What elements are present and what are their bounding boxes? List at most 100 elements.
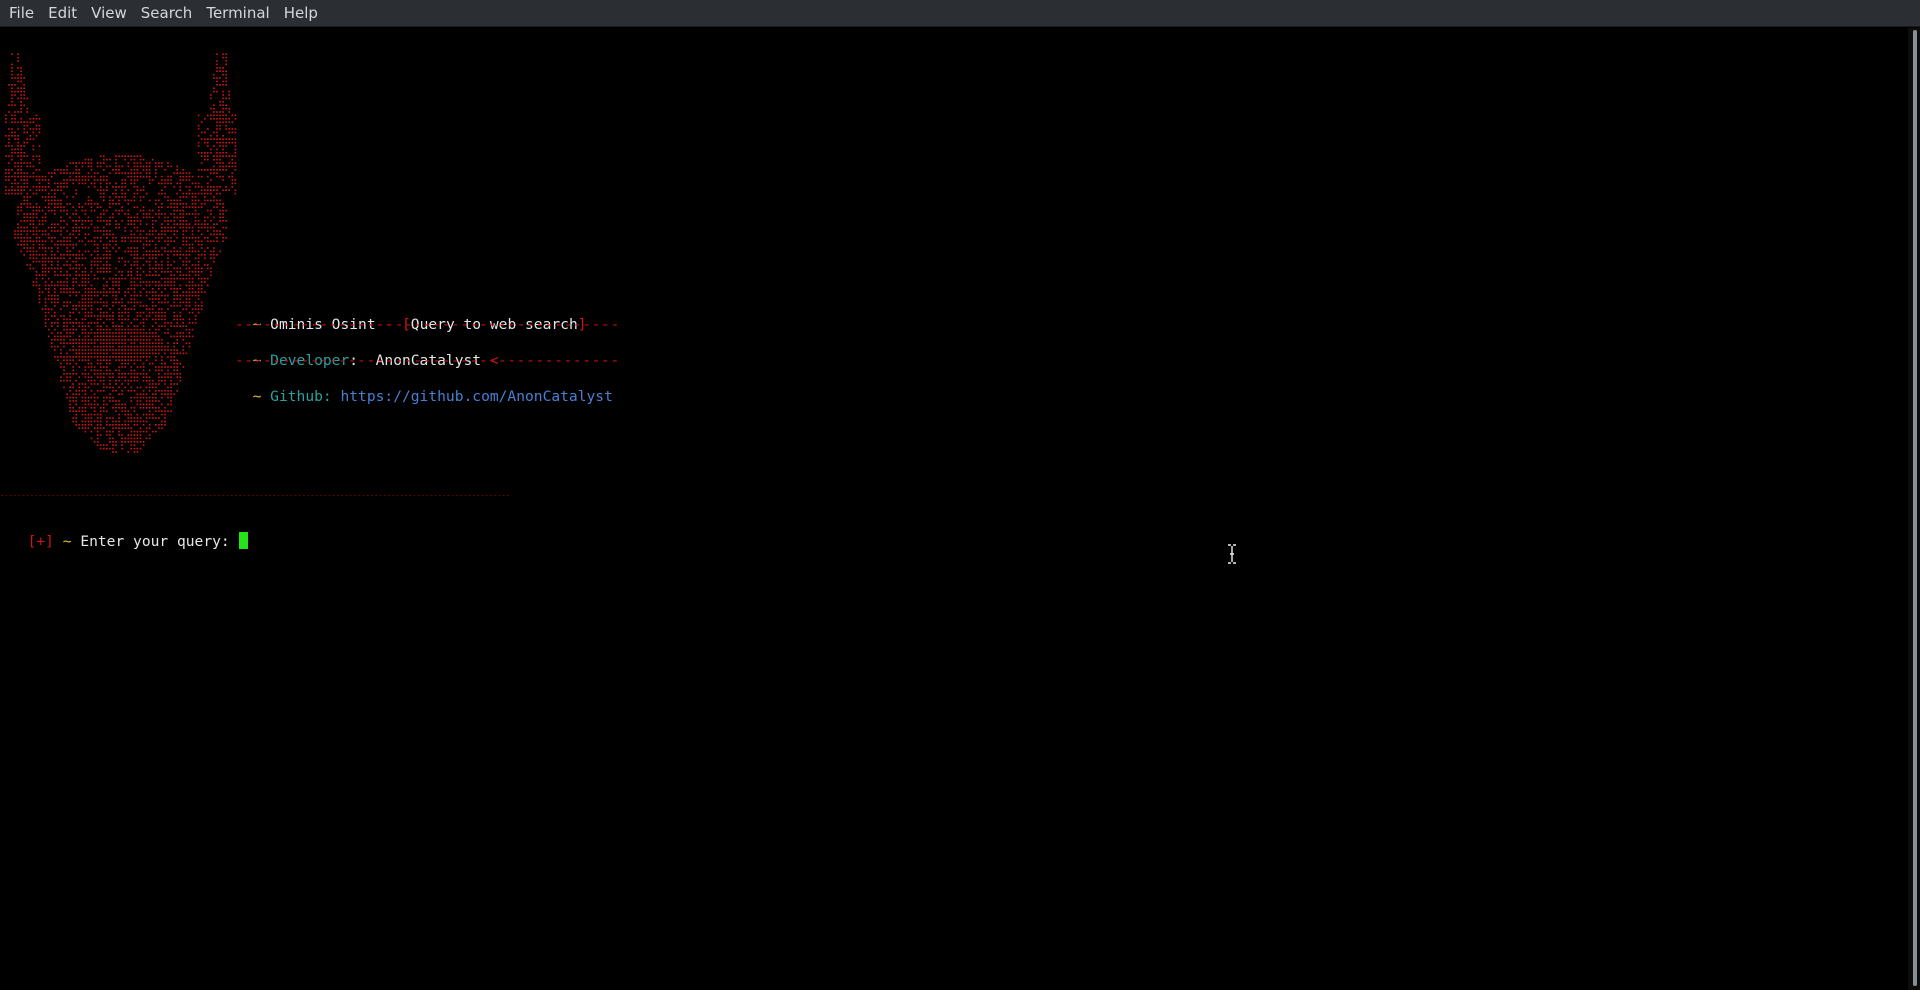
art-dot xyxy=(194,209,197,212)
terminal-area[interactable] xyxy=(0,28,1908,990)
art-dot xyxy=(66,352,68,355)
art-dot xyxy=(124,328,126,331)
art-dot xyxy=(115,427,117,429)
art-dot xyxy=(136,339,139,341)
menu-view[interactable]: View xyxy=(84,0,134,27)
art-dot xyxy=(99,240,102,242)
art-dot xyxy=(90,260,93,263)
art-dot xyxy=(81,373,84,375)
art-dot xyxy=(216,114,218,117)
terminal-scrollbar[interactable] xyxy=(1908,28,1920,990)
art-dot xyxy=(197,291,200,293)
art-dot xyxy=(204,216,206,219)
art-dot xyxy=(155,390,157,392)
art-dot xyxy=(60,230,62,232)
art-dot xyxy=(60,172,62,174)
menu-help[interactable]: Help xyxy=(277,0,325,27)
art-dot xyxy=(182,172,185,174)
art-dot xyxy=(219,199,221,202)
art-dot xyxy=(179,172,182,174)
art-dot xyxy=(96,430,99,433)
art-dot xyxy=(103,328,105,331)
art-dot xyxy=(57,206,59,208)
art-dot xyxy=(197,267,200,270)
menu-edit[interactable]: Edit xyxy=(41,0,84,27)
art-dot xyxy=(176,169,178,171)
art-dot xyxy=(188,318,191,321)
art-dot xyxy=(194,250,197,253)
art-dot xyxy=(17,128,19,130)
art-dot xyxy=(121,352,123,355)
art-dot xyxy=(69,288,71,290)
art-dot xyxy=(29,196,32,198)
art-dot xyxy=(32,216,35,219)
art-dot xyxy=(60,288,62,290)
query-prompt-line[interactable]: [+] ~ Enter your query: xyxy=(10,514,248,551)
art-dot xyxy=(96,172,99,174)
art-dot xyxy=(84,267,87,270)
menu-terminal[interactable]: Terminal xyxy=(199,0,276,27)
art-dot xyxy=(176,237,178,239)
art-dot xyxy=(60,206,62,208)
art-dot xyxy=(142,169,145,171)
art-dot xyxy=(81,339,84,341)
art-dot xyxy=(20,172,22,174)
art-dot xyxy=(99,427,102,429)
art-dot xyxy=(103,220,105,222)
art-dot xyxy=(216,111,218,113)
art-dot xyxy=(124,264,126,266)
art-dot xyxy=(124,441,126,443)
github-tilde: ~ xyxy=(252,388,262,405)
art-dot xyxy=(194,315,197,317)
art-dot xyxy=(84,233,87,236)
art-dot xyxy=(200,277,203,280)
art-dot xyxy=(142,257,145,259)
menu-search[interactable]: Search xyxy=(134,0,200,27)
art-dot xyxy=(130,444,133,446)
art-dot xyxy=(96,162,99,164)
art-dot xyxy=(136,325,139,327)
art-dot xyxy=(194,284,197,287)
art-dot xyxy=(103,352,105,355)
art-dot xyxy=(99,311,102,314)
art-dot xyxy=(130,322,133,324)
art-dot xyxy=(170,264,172,266)
art-dot xyxy=(204,199,206,202)
art-dot xyxy=(191,233,194,236)
scrollbar-thumb[interactable] xyxy=(1913,30,1917,986)
art-dot xyxy=(136,294,139,297)
art-dot xyxy=(115,332,117,334)
art-dot xyxy=(155,430,157,433)
art-dot xyxy=(115,189,117,191)
art-dot xyxy=(231,155,234,157)
art-dot xyxy=(72,328,74,331)
art-dot xyxy=(133,223,136,225)
art-dot xyxy=(222,107,224,110)
art-dot xyxy=(130,288,133,290)
art-dot xyxy=(167,179,169,181)
art-dot xyxy=(96,315,99,317)
github-url-link[interactable]: https://github.com/AnonCatalyst xyxy=(340,388,612,405)
art-dot xyxy=(213,216,215,219)
art-dot xyxy=(194,196,197,198)
menu-file[interactable]: File xyxy=(2,0,41,27)
art-dot xyxy=(11,175,13,178)
art-dot xyxy=(26,97,29,100)
art-dot xyxy=(106,410,108,412)
art-dot xyxy=(130,155,133,157)
art-dot xyxy=(219,111,221,113)
art-dot xyxy=(14,114,16,117)
art-dot xyxy=(54,254,56,256)
art-dot xyxy=(176,315,178,317)
art-dot xyxy=(216,67,218,69)
art-dot xyxy=(173,206,175,208)
art-dot xyxy=(210,94,212,96)
art-dot xyxy=(197,206,200,208)
art-dot xyxy=(148,165,151,168)
art-dot xyxy=(130,400,133,402)
art-dot xyxy=(207,230,209,232)
art-dot xyxy=(20,118,22,120)
art-dot xyxy=(87,400,90,402)
art-dot xyxy=(130,169,133,171)
art-dot xyxy=(44,254,47,256)
